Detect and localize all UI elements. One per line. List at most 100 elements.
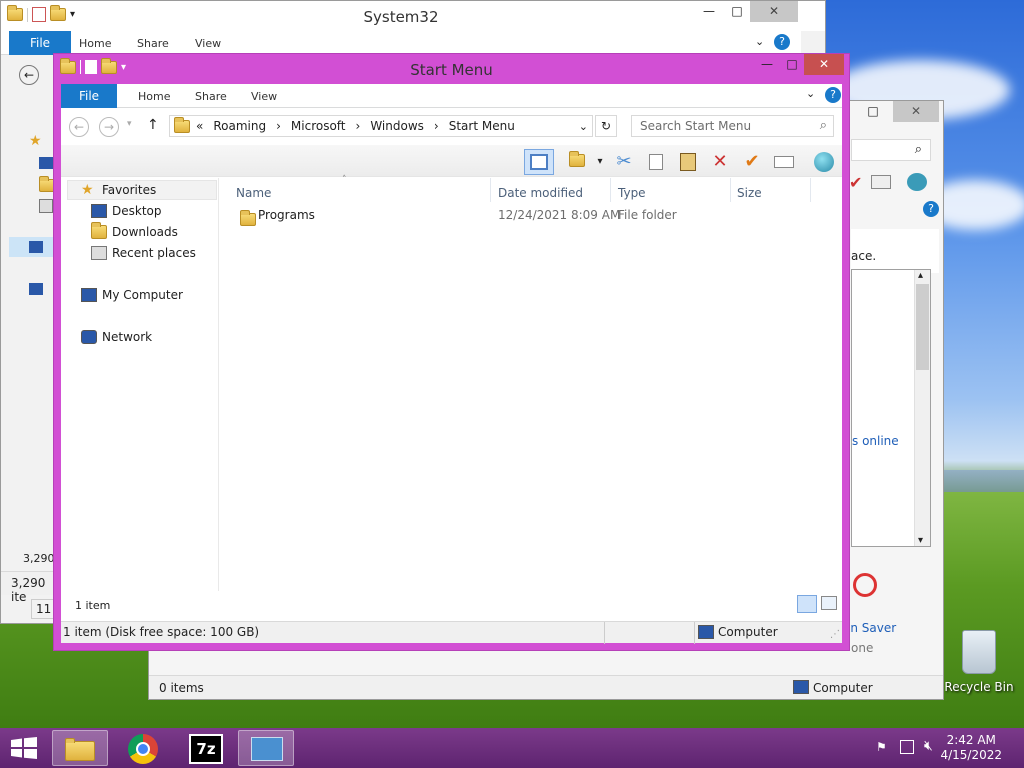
tab-share[interactable]: Share [137,37,169,50]
recent-places-icon [91,246,107,260]
help-icon[interactable]: ? [825,87,841,103]
tab-file[interactable]: File [9,31,71,55]
details-view-icon[interactable] [797,595,817,613]
minimize-button[interactable]: — [754,54,780,75]
screen-saver-link[interactable]: en Saver [843,621,896,635]
column-separator[interactable] [610,178,611,202]
address-bar[interactable]: « Roaming › Microsoft › Windows › Start … [169,115,593,137]
start-button[interactable] [10,737,38,759]
close-button[interactable]: ✕ [750,1,798,22]
column-name[interactable]: Name [236,186,271,200]
paste-icon[interactable] [677,151,699,173]
title-bar[interactable]: ▾ System32 — □ ✕ [1,1,825,31]
tray-clock[interactable]: 2:42 AM 4/15/2022 [940,733,1002,763]
column-separator[interactable] [730,178,731,202]
online-link[interactable]: s online [852,434,899,448]
nav-desktop[interactable]: Desktop [91,204,162,218]
file-list[interactable]: ˄ Name Date modified Type Size Programs … [220,175,842,591]
properties-check-icon[interactable]: ✔ [741,151,763,173]
search-input[interactable]: Search Start Menu ⌕ [631,115,834,137]
tab-view[interactable]: View [251,90,277,103]
globe-icon[interactable] [907,173,927,191]
status-right: Computer [718,625,778,639]
breadcrumb-overflow[interactable]: « [196,119,203,133]
tab-view[interactable]: View [195,37,221,50]
breadcrumb-start-menu[interactable]: Start Menu [449,119,515,133]
column-type[interactable]: Type [618,186,646,200]
delete-icon[interactable]: ✕ [709,151,731,173]
close-button[interactable]: ✕ [893,101,939,122]
chevron-down-icon[interactable]: ▾ [589,151,611,173]
column-date-modified[interactable]: Date modified [498,186,583,200]
search-input[interactable]: ⌕ [851,139,931,161]
screen-saver-icon[interactable] [849,569,883,609]
breadcrumb-separator[interactable]: › [434,119,439,133]
rename-icon[interactable] [773,151,795,173]
refresh-icon[interactable]: ↻ [595,115,617,137]
resize-grip-icon[interactable]: ⋰ [830,624,840,645]
tab-share[interactable]: Share [195,90,227,103]
breadcrumb-roaming[interactable]: Roaming [213,119,266,133]
tab-file[interactable]: File [61,84,117,108]
close-button[interactable]: ✕ [804,54,844,75]
chevron-down-icon[interactable]: ⌄ [755,35,764,48]
back-icon[interactable]: ← [19,65,39,85]
breadcrumb-separator[interactable]: › [356,119,361,133]
preview-pane-icon[interactable] [524,149,554,175]
taskbar-chrome[interactable] [116,730,172,766]
rename-icon[interactable] [871,175,891,189]
start-menu-window[interactable]: ▾ Start Menu — □ ✕ File Home Share View … [53,53,850,651]
taskbar-7zip[interactable]: 7z [178,730,234,766]
scroll-up-icon[interactable]: ▴ [918,270,923,281]
list-panel[interactable]: ▴ ▾ s online [851,269,931,547]
folder-options-icon[interactable] [566,151,588,173]
tab-home[interactable]: Home [79,37,111,50]
nav-network[interactable]: Network [81,330,152,344]
help-icon[interactable]: ? [774,34,790,50]
divider [604,622,605,644]
recycle-bin[interactable]: Recycle Bin [944,630,1014,694]
chevron-down-icon[interactable]: ⌄ [806,87,815,100]
maximize-button[interactable]: □ [724,1,750,22]
taskbar-file-explorer[interactable] [52,730,108,766]
minimize-button[interactable]: — [694,1,724,22]
tab-home[interactable]: Home [138,90,170,103]
row-name[interactable]: Programs [258,208,315,222]
up-icon[interactable]: ↑ [147,117,159,133]
scroll-down-icon[interactable]: ▾ [918,535,923,546]
back-icon[interactable]: ← [69,117,89,137]
title-bar[interactable]: ▾ Start Menu — □ ✕ [54,54,849,84]
scrollbar[interactable]: ▴ ▾ [914,270,930,546]
help-icon[interactable]: ? [923,201,939,217]
nav-favorites[interactable]: ★ Favorites [81,183,156,197]
column-size[interactable]: Size [737,186,762,200]
maximize-button[interactable]: □ [780,54,804,75]
cut-icon[interactable]: ✂ [613,151,635,173]
maximize-button[interactable]: □ [853,101,893,122]
network-tray-icon[interactable] [900,740,914,754]
breadcrumb-microsoft[interactable]: Microsoft [291,119,346,133]
column-separator[interactable] [490,178,491,202]
taskbar: 7z ⚑ 🔇︎ 2:42 AM 4/15/2022 [0,728,1024,768]
column-separator[interactable] [810,178,811,202]
short-field[interactable]: 11 [31,599,55,619]
scrollbar-thumb[interactable] [916,284,929,370]
globe-icon[interactable] [813,151,835,173]
network-icon [29,283,43,295]
nav-my-computer[interactable]: My Computer [81,288,183,302]
status-bar: 0 items Computer [149,675,943,699]
forward-icon[interactable]: → [99,117,119,137]
breadcrumb-separator[interactable]: › [276,119,281,133]
volume-muted-icon[interactable]: 🔇︎ [924,738,933,754]
taskbar-control-panel[interactable] [238,730,294,766]
recent-locations-icon[interactable]: ▾ [127,119,132,129]
copy-icon[interactable] [645,151,667,173]
breadcrumb-windows[interactable]: Windows [370,119,424,133]
large-icons-view-icon[interactable] [821,596,837,610]
nav-downloads[interactable]: Downloads [91,222,178,239]
check-icon[interactable]: ✔ [849,173,862,192]
nav-recent-places[interactable]: Recent places [91,246,196,260]
address-dropdown-icon[interactable]: ⌄ [579,120,588,133]
nav-label: Network [102,330,153,344]
action-center-flag-icon[interactable]: ⚑ [876,740,890,756]
